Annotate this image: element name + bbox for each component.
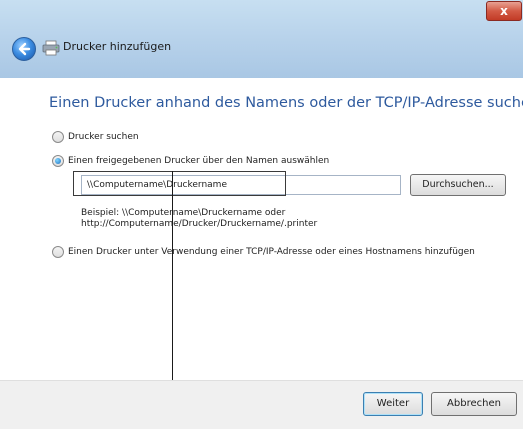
wizard-title: Drucker hinzufügen (63, 40, 172, 53)
option-label-search: Drucker suchen (68, 132, 139, 142)
example-text: Beispiel: \\Computername\Druckername ode… (81, 208, 317, 230)
add-printer-dialog: x Drucker hinzufügen Einen Drucker anhan… (0, 0, 523, 429)
option-label-shared: Einen freigegebenen Drucker über den Nam… (68, 156, 330, 166)
close-button[interactable]: x (486, 1, 522, 21)
printer-icon (42, 40, 60, 56)
browse-button[interactable]: Durchsuchen... (410, 174, 506, 196)
example-line-2: http://Computername/Drucker/Druckername/… (81, 219, 318, 229)
radio-shared-printer[interactable] (52, 155, 64, 167)
page-heading: Einen Drucker anhand des Namens oder der… (49, 95, 523, 111)
option-search-printer[interactable]: Drucker suchen (52, 131, 139, 143)
option-tcpip-address[interactable]: Einen Drucker unter Verwendung einer TCP… (52, 246, 475, 258)
radio-search-printer[interactable] (52, 131, 64, 143)
wizard-footer: Weiter Abbrechen (0, 380, 523, 429)
back-button[interactable] (12, 37, 36, 61)
cancel-button[interactable]: Abbrechen (431, 392, 517, 416)
example-line-1: Beispiel: \\Computername\Druckername ode… (81, 208, 286, 218)
option-label-tcpip: Einen Drucker unter Verwendung einer TCP… (68, 247, 475, 257)
next-button[interactable]: Weiter (363, 392, 423, 416)
radio-tcpip[interactable] (52, 246, 64, 258)
back-arrow-icon (18, 42, 31, 56)
title-bar: x Drucker hinzufügen (0, 0, 523, 78)
option-shared-printer-by-name[interactable]: Einen freigegebenen Drucker über den Nam… (52, 155, 329, 167)
callout-highlight-box (73, 171, 286, 196)
